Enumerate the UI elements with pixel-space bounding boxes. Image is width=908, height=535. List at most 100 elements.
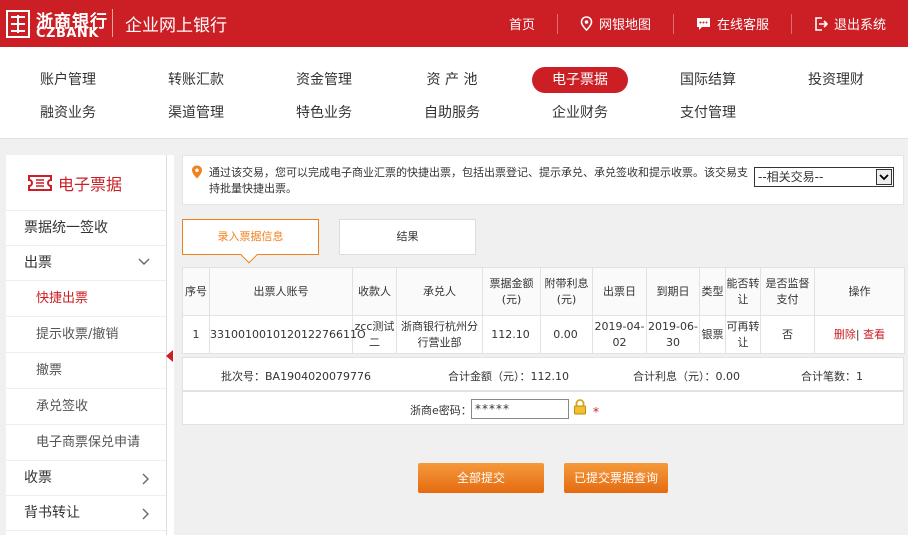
- total-interest: 合计利息（元）：0.00: [633, 370, 740, 383]
- tab-label: 结果: [396, 230, 419, 243]
- sidebar-item-accept-sign[interactable]: 承兑签收: [6, 389, 166, 425]
- main-nav: 账户管理 转账汇款 资金管理 资 产 池 电子票据 国际结算 投资理财 融资业务…: [0, 47, 908, 139]
- top-nav-label: 网银地图: [598, 18, 651, 33]
- notice-text: 通过该交易，您可以完成电子商业汇票的快捷出票，包括出票登记、提示承兑、承兑签收和…: [209, 166, 748, 195]
- sidebar-collapse-arrow[interactable]: [166, 350, 173, 362]
- tab-result[interactable]: 结果: [339, 219, 476, 255]
- delete-link[interactable]: 删除: [834, 328, 856, 341]
- required-mark: *: [593, 405, 599, 419]
- tab-enter-bill-info[interactable]: 录入票据信息: [182, 219, 319, 264]
- chevron-right-icon: [142, 473, 149, 485]
- sidebar-item-issue[interactable]: 出票: [6, 246, 166, 281]
- main-nav-corp-finance[interactable]: 企业财务: [532, 100, 628, 126]
- query-submitted-button[interactable]: 已提交票据查询: [564, 463, 668, 493]
- sidebar-item-endorse[interactable]: 背书转让: [6, 496, 166, 531]
- e-password-input[interactable]: *****: [471, 399, 569, 419]
- czbank-logo-icon: [6, 10, 30, 38]
- top-nav: 首页 网银地图 在线客服 退出系统: [487, 0, 908, 47]
- sidebar-item-guarantee-apply[interactable]: 电子商票保兑申请: [6, 425, 166, 461]
- col-header: 到期日: [646, 267, 700, 316]
- cell-account: 331001001012012276611O: [209, 315, 366, 354]
- ticket-icon: [28, 174, 52, 191]
- main-nav-financing[interactable]: 融资业务: [20, 100, 116, 126]
- cell-index: 1: [182, 315, 210, 354]
- cell-amount: 112.10: [482, 315, 541, 354]
- related-select-value: --相关交易--: [758, 170, 824, 184]
- col-header: 出票人账号: [209, 267, 353, 316]
- lock-icon: [574, 399, 586, 415]
- logo-en-text: CZBANK: [36, 26, 99, 41]
- cell-issue-date: 2019-04-02: [592, 315, 647, 354]
- tab-active-pointer: [240, 246, 258, 264]
- location-pin-icon: [580, 16, 593, 31]
- main-nav-e-bills[interactable]: 电子票据: [532, 67, 628, 93]
- main-nav-special[interactable]: 特色业务: [276, 100, 372, 126]
- header-divider: [112, 9, 113, 37]
- sidebar-scrollbar[interactable]: [166, 155, 174, 535]
- sidebar: 电子票据 票据统一签收 出票 快捷出票 提示收票/撤销 撤票 承兑签收 电子商票…: [6, 155, 166, 535]
- sidebar-item-label: 收票: [24, 470, 52, 486]
- top-nav-service[interactable]: 在线客服: [672, 13, 791, 34]
- chevron-down-icon: [879, 173, 889, 180]
- logout-icon: [815, 16, 828, 31]
- sidebar-item-unified-sign[interactable]: 票据统一签收: [6, 211, 166, 246]
- sidebar-header: 电子票据: [6, 155, 166, 211]
- related-transactions-select[interactable]: --相关交易--: [754, 167, 894, 187]
- bank-logo[interactable]: 浙商银行 CZBANK: [6, 6, 107, 42]
- main-nav-account[interactable]: 账户管理: [20, 67, 116, 93]
- col-header: 票据金额(元): [482, 267, 541, 316]
- main-nav-intl-settlement[interactable]: 国际结算: [660, 67, 756, 93]
- sidebar-item-receive[interactable]: 收票: [6, 461, 166, 496]
- top-nav-label: 退出系统: [833, 18, 886, 33]
- select-arrow[interactable]: [876, 169, 892, 185]
- main-nav-transfer[interactable]: 转账汇款: [148, 67, 244, 93]
- main-nav-self-service[interactable]: 自助服务: [404, 100, 500, 126]
- password-label: 浙商e密码：: [410, 404, 472, 417]
- view-link[interactable]: 查看: [863, 328, 885, 341]
- chevron-down-icon: [138, 258, 150, 265]
- submit-all-button[interactable]: 全部提交: [418, 463, 544, 493]
- op-separator: |: [855, 327, 860, 341]
- main-nav-channels[interactable]: 渠道管理: [148, 100, 244, 126]
- top-nav-map[interactable]: 网银地图: [556, 13, 673, 34]
- cell-due-date: 2019-06-30: [646, 315, 700, 354]
- top-nav-label: 首页: [508, 18, 535, 33]
- cell-operations: 删除| 查看: [814, 315, 905, 354]
- top-nav-label: 在线客服: [716, 18, 769, 33]
- col-header: 类型: [699, 267, 726, 316]
- main-nav-funds[interactable]: 资金管理: [276, 67, 372, 93]
- sidebar-item-label: 出票: [24, 255, 52, 271]
- batch-number: 批次号：BA1904020079776: [221, 370, 372, 383]
- total-amount: 合计金额（元）：112.10: [448, 370, 569, 383]
- main-nav-asset-pool[interactable]: 资 产 池: [404, 67, 500, 93]
- top-nav-logout[interactable]: 退出系统: [790, 13, 908, 34]
- top-header: 浙商银行 CZBANK 企业网上银行 首页 网银地图 在线客服 退出系统: [0, 0, 908, 47]
- bill-table: 序号 出票人账号 收款人 承兑人 票据金额(元) 附带利息(元) 出票日 到期日…: [182, 267, 905, 354]
- cell-type: 银票: [699, 315, 726, 354]
- chat-bubble-icon: [696, 17, 710, 30]
- main-nav-investment[interactable]: 投资理财: [788, 67, 884, 93]
- col-header: 出票日: [592, 267, 647, 316]
- cell-supervised: 否: [760, 315, 815, 354]
- cell-interest: 0.00: [540, 315, 593, 354]
- notice-box: 通过该交易，您可以完成电子商业汇票的快捷出票，包括出票登记、提示承兑、承兑签收和…: [182, 155, 904, 205]
- summary-bar: 批次号：BA1904020079776 合计金额（元）：112.10 合计利息（…: [182, 357, 904, 391]
- sidebar-item-withdraw[interactable]: 撤票: [6, 353, 166, 389]
- col-header: 是否监督支付: [760, 267, 815, 316]
- table-row: 1 331001001012012276611O zcc测试二 浙商银行杭州分行…: [182, 315, 905, 354]
- total-count: 合计笔数：1: [801, 370, 863, 383]
- sidebar-title: 电子票据: [58, 174, 123, 194]
- table-header-row: 序号 出票人账号 收款人 承兑人 票据金额(元) 附带利息(元) 出票日 到期日…: [182, 267, 905, 316]
- top-nav-home[interactable]: 首页: [487, 14, 557, 34]
- sidebar-item-prompt-receive[interactable]: 提示收票/撤销: [6, 317, 166, 353]
- main-content: 通过该交易，您可以完成电子商业汇票的快捷出票，包括出票登记、提示承兑、承兑签收和…: [182, 155, 905, 535]
- main-nav-payment[interactable]: 支付管理: [660, 100, 756, 126]
- sidebar-item-label: 背书转让: [24, 505, 80, 521]
- chevron-right-icon: [142, 508, 149, 520]
- system-title: 企业网上银行: [125, 16, 227, 36]
- sidebar-item-quick-issue[interactable]: 快捷出票: [6, 281, 166, 317]
- col-header: 序号: [182, 267, 210, 316]
- col-header: 附带利息(元): [540, 267, 593, 316]
- col-header: 收款人: [352, 267, 397, 316]
- tab-label: 录入票据信息: [217, 230, 284, 243]
